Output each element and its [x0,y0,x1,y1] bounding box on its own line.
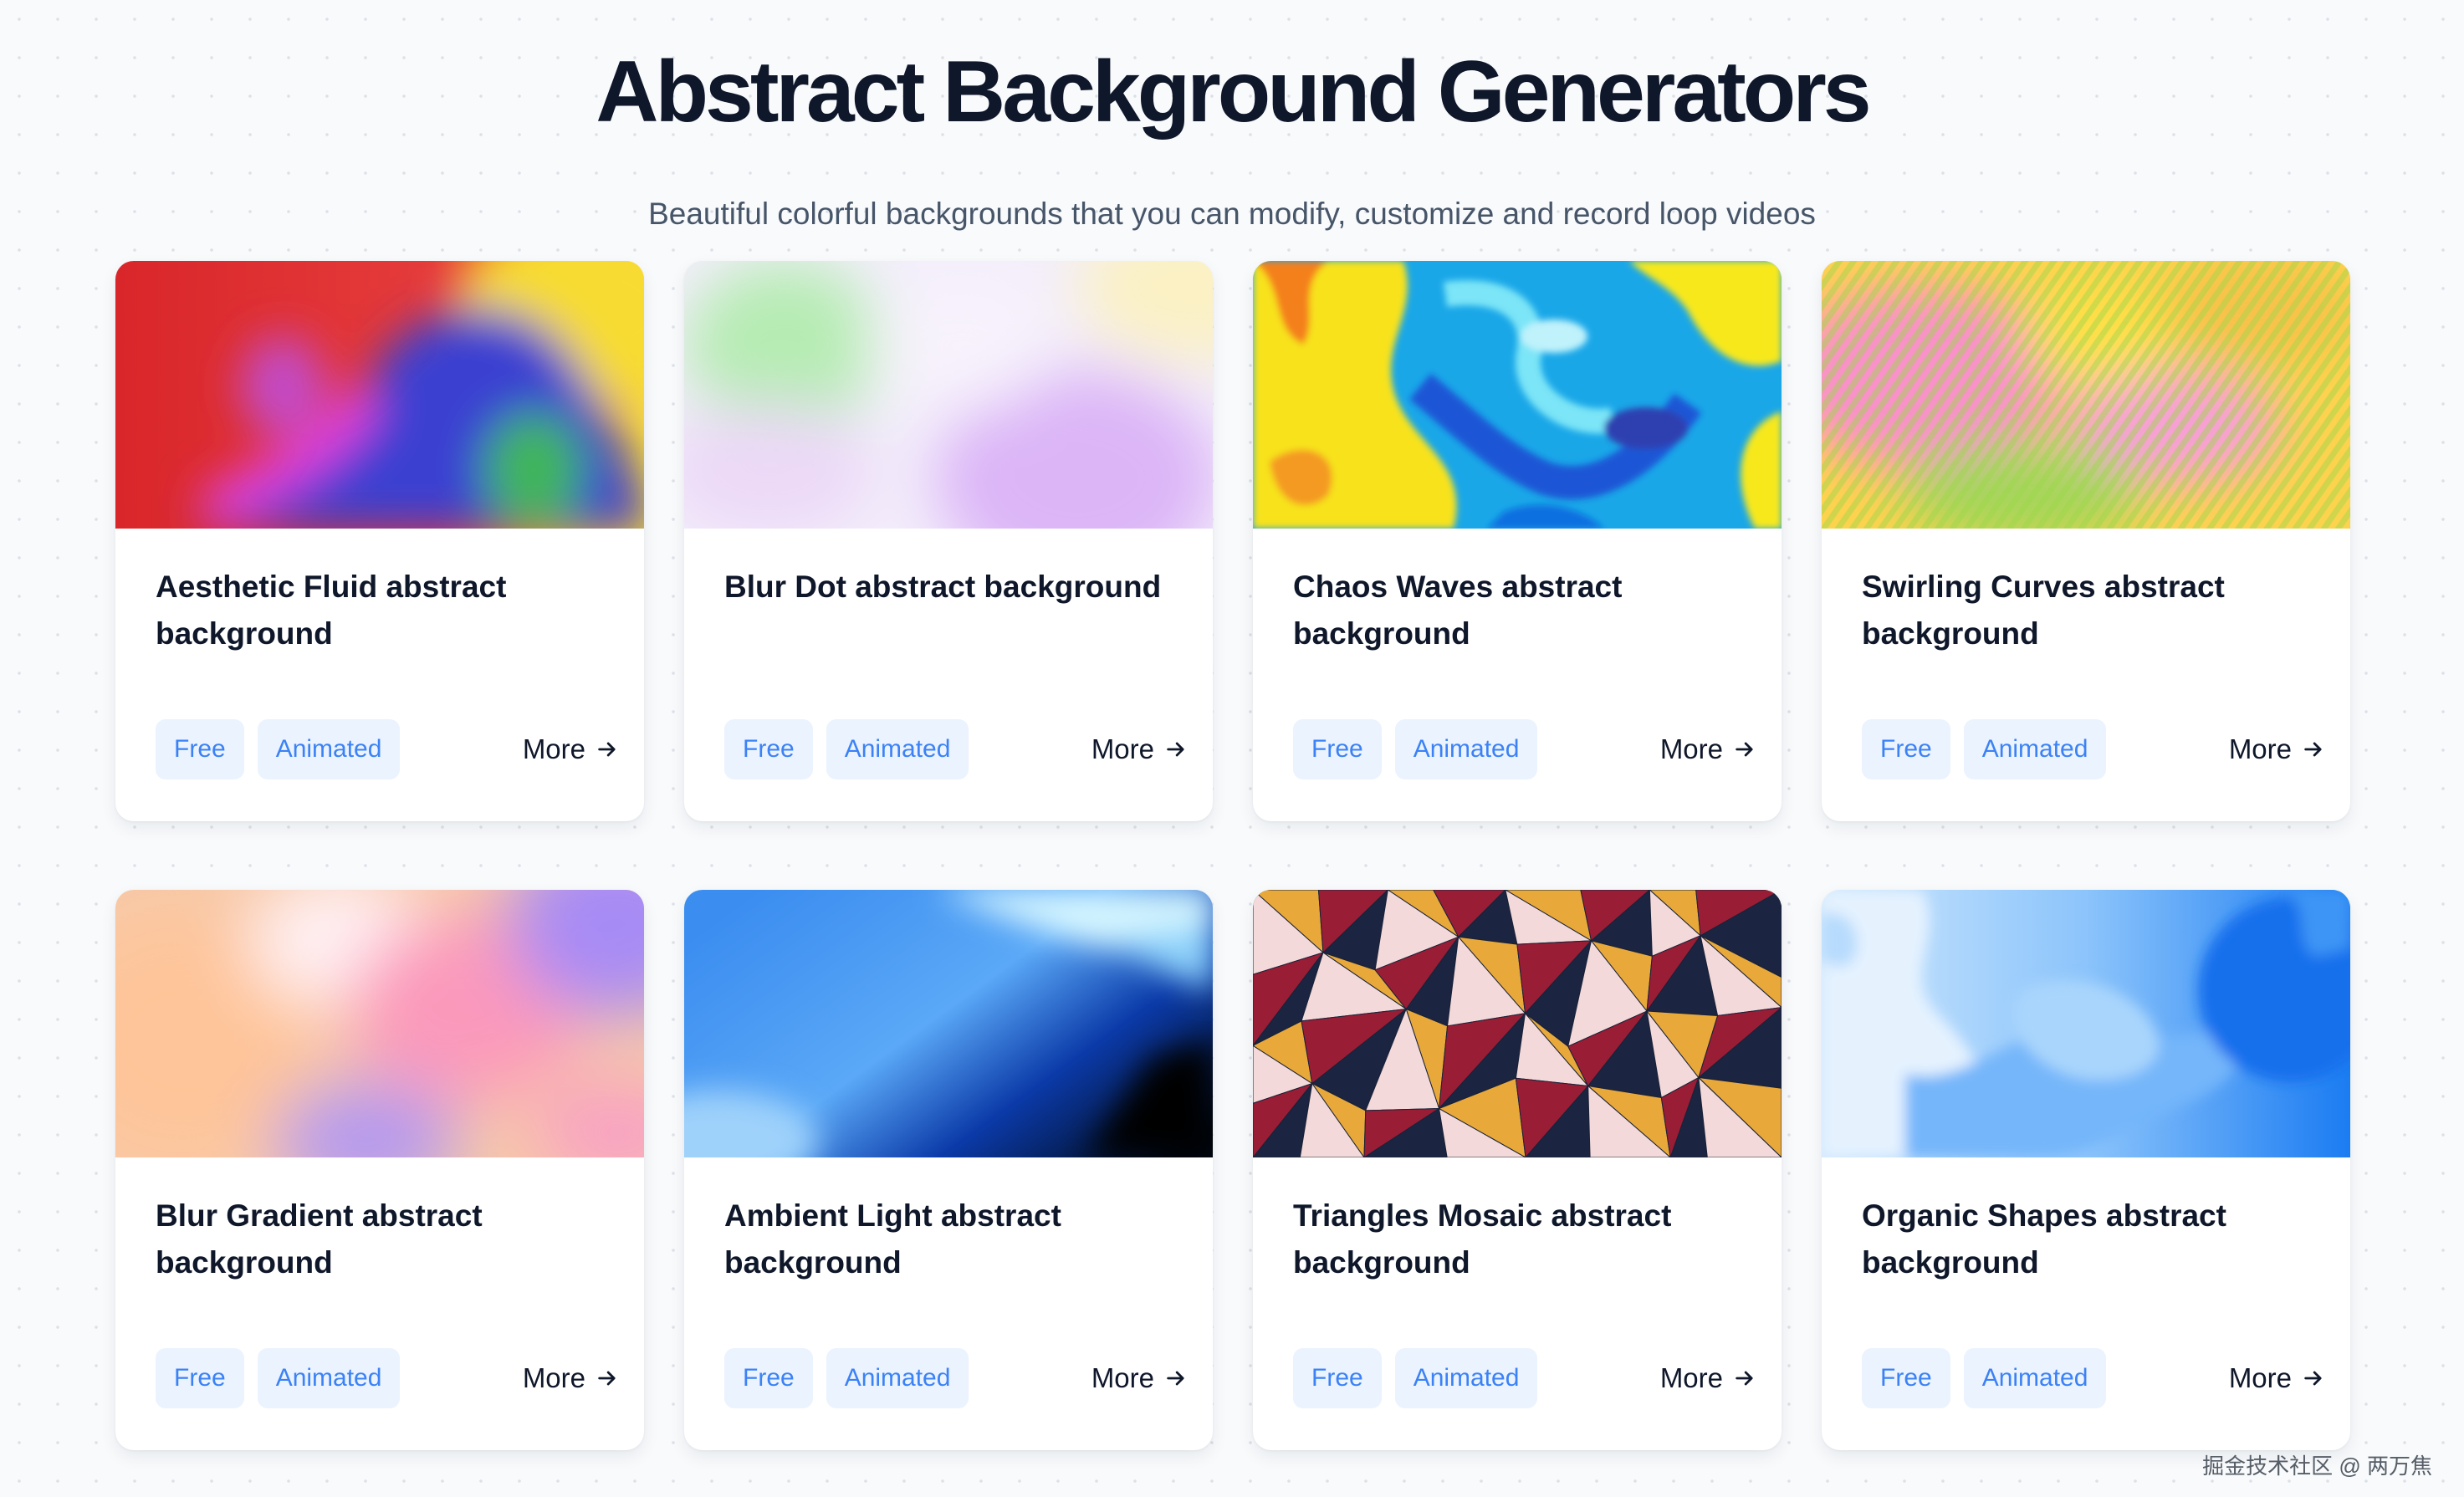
card-title[interactable]: Blur Gradient abstract background [156,1193,607,1286]
background-card[interactable]: Triangles Mosaic abstract background Fre… [1253,890,1782,1450]
blur-dot-thumbnail[interactable] [684,261,1213,529]
triangles-mosaic-thumbnail[interactable] [1253,890,1782,1157]
more-link[interactable]: More [1660,1348,1756,1408]
arrow-right-icon [2304,742,2322,757]
arrow-right-icon [1167,1371,1184,1386]
more-link[interactable]: More [1660,719,1756,779]
more-link[interactable]: More [1091,719,1188,779]
tag-list: Free Animated [156,719,401,779]
card-title[interactable]: Swirling Curves abstract background [1862,564,2313,657]
more-label: More [1659,1362,1723,1393]
free-badge: Free [724,1348,813,1408]
tag-list: Free Animated [1293,719,1538,779]
card-title[interactable]: Triangles Mosaic abstract background [1293,1193,1745,1286]
more-label: More [522,1362,585,1393]
free-badge: Free [1293,719,1382,779]
page-header: Abstract Background Generators Beautiful… [0,42,2464,232]
free-badge: Free [724,719,813,779]
card-title[interactable]: Blur Dot abstract background [724,564,1176,611]
aesthetic-fluid-thumbnail[interactable] [115,261,644,529]
free-badge: Free [156,719,244,779]
blur-gradient-thumbnail[interactable] [115,890,644,1157]
background-card[interactable]: Blur Gradient abstract background Free A… [115,890,644,1450]
arrow-right-icon [1167,742,1184,757]
animated-badge: Animated [826,1348,969,1408]
arrow-right-icon [598,1371,616,1386]
animated-badge: Animated [257,1348,401,1408]
organic-shapes-thumbnail[interactable] [1822,890,2350,1157]
background-card[interactable]: Blur Dot abstract background Free Animat… [684,261,1213,821]
ambient-light-thumbnail[interactable] [684,890,1213,1157]
animated-badge: Animated [1394,719,1538,779]
arrow-right-icon [1736,1371,1753,1386]
background-card[interactable]: Aesthetic Fluid abstract background Free… [115,261,644,821]
background-card[interactable]: Ambient Light abstract background Free A… [684,890,1213,1450]
animated-badge: Animated [1394,1348,1538,1408]
animated-badge: Animated [1963,719,2107,779]
arrow-right-icon [2304,1371,2322,1386]
background-card[interactable]: Organic Shapes abstract background Free … [1822,890,2350,1450]
animated-badge: Animated [826,719,969,779]
more-label: More [1091,733,1154,764]
free-badge: Free [156,1348,244,1408]
free-badge: Free [1862,719,1950,779]
card-title[interactable]: Aesthetic Fluid abstract background [156,564,607,657]
chaos-waves-thumbnail[interactable] [1253,261,1782,529]
more-link[interactable]: More [523,1348,619,1408]
arrow-right-icon [598,742,616,757]
more-label: More [2228,1362,2292,1393]
more-label: More [1659,733,1723,764]
swirling-curves-thumbnail[interactable] [1822,261,2350,529]
more-label: More [522,733,585,764]
watermark: 掘金技术社区 @ 两万焦 [2202,1454,2432,1479]
free-badge: Free [1862,1348,1950,1408]
card-title[interactable]: Ambient Light abstract background [724,1193,1176,1286]
more-link[interactable]: More [523,719,619,779]
tag-list: Free Animated [724,719,969,779]
animated-badge: Animated [1963,1348,2107,1408]
tag-list: Free Animated [1862,1348,2107,1408]
tag-list: Free Animated [1862,719,2107,779]
more-link[interactable]: More [1091,1348,1188,1408]
more-label: More [2228,733,2292,764]
page-subtitle: Beautiful colorful backgrounds that you … [648,197,1816,231]
card-title[interactable]: Chaos Waves abstract background [1293,564,1745,657]
tag-list: Free Animated [724,1348,969,1408]
card-title[interactable]: Organic Shapes abstract background [1862,1193,2313,1286]
tag-list: Free Animated [1293,1348,1538,1408]
background-card[interactable]: Swirling Curves abstract background Free… [1822,261,2350,821]
more-link[interactable]: More [2229,719,2325,779]
background-card[interactable]: Chaos Waves abstract background Free Ani… [1253,261,1782,821]
more-label: More [1091,1362,1154,1393]
page-title: Abstract Background Generators [596,43,1871,141]
tag-list: Free Animated [156,1348,401,1408]
more-link[interactable]: More [2229,1348,2325,1408]
animated-badge: Animated [257,719,401,779]
arrow-right-icon [1736,742,1753,757]
free-badge: Free [1293,1348,1382,1408]
